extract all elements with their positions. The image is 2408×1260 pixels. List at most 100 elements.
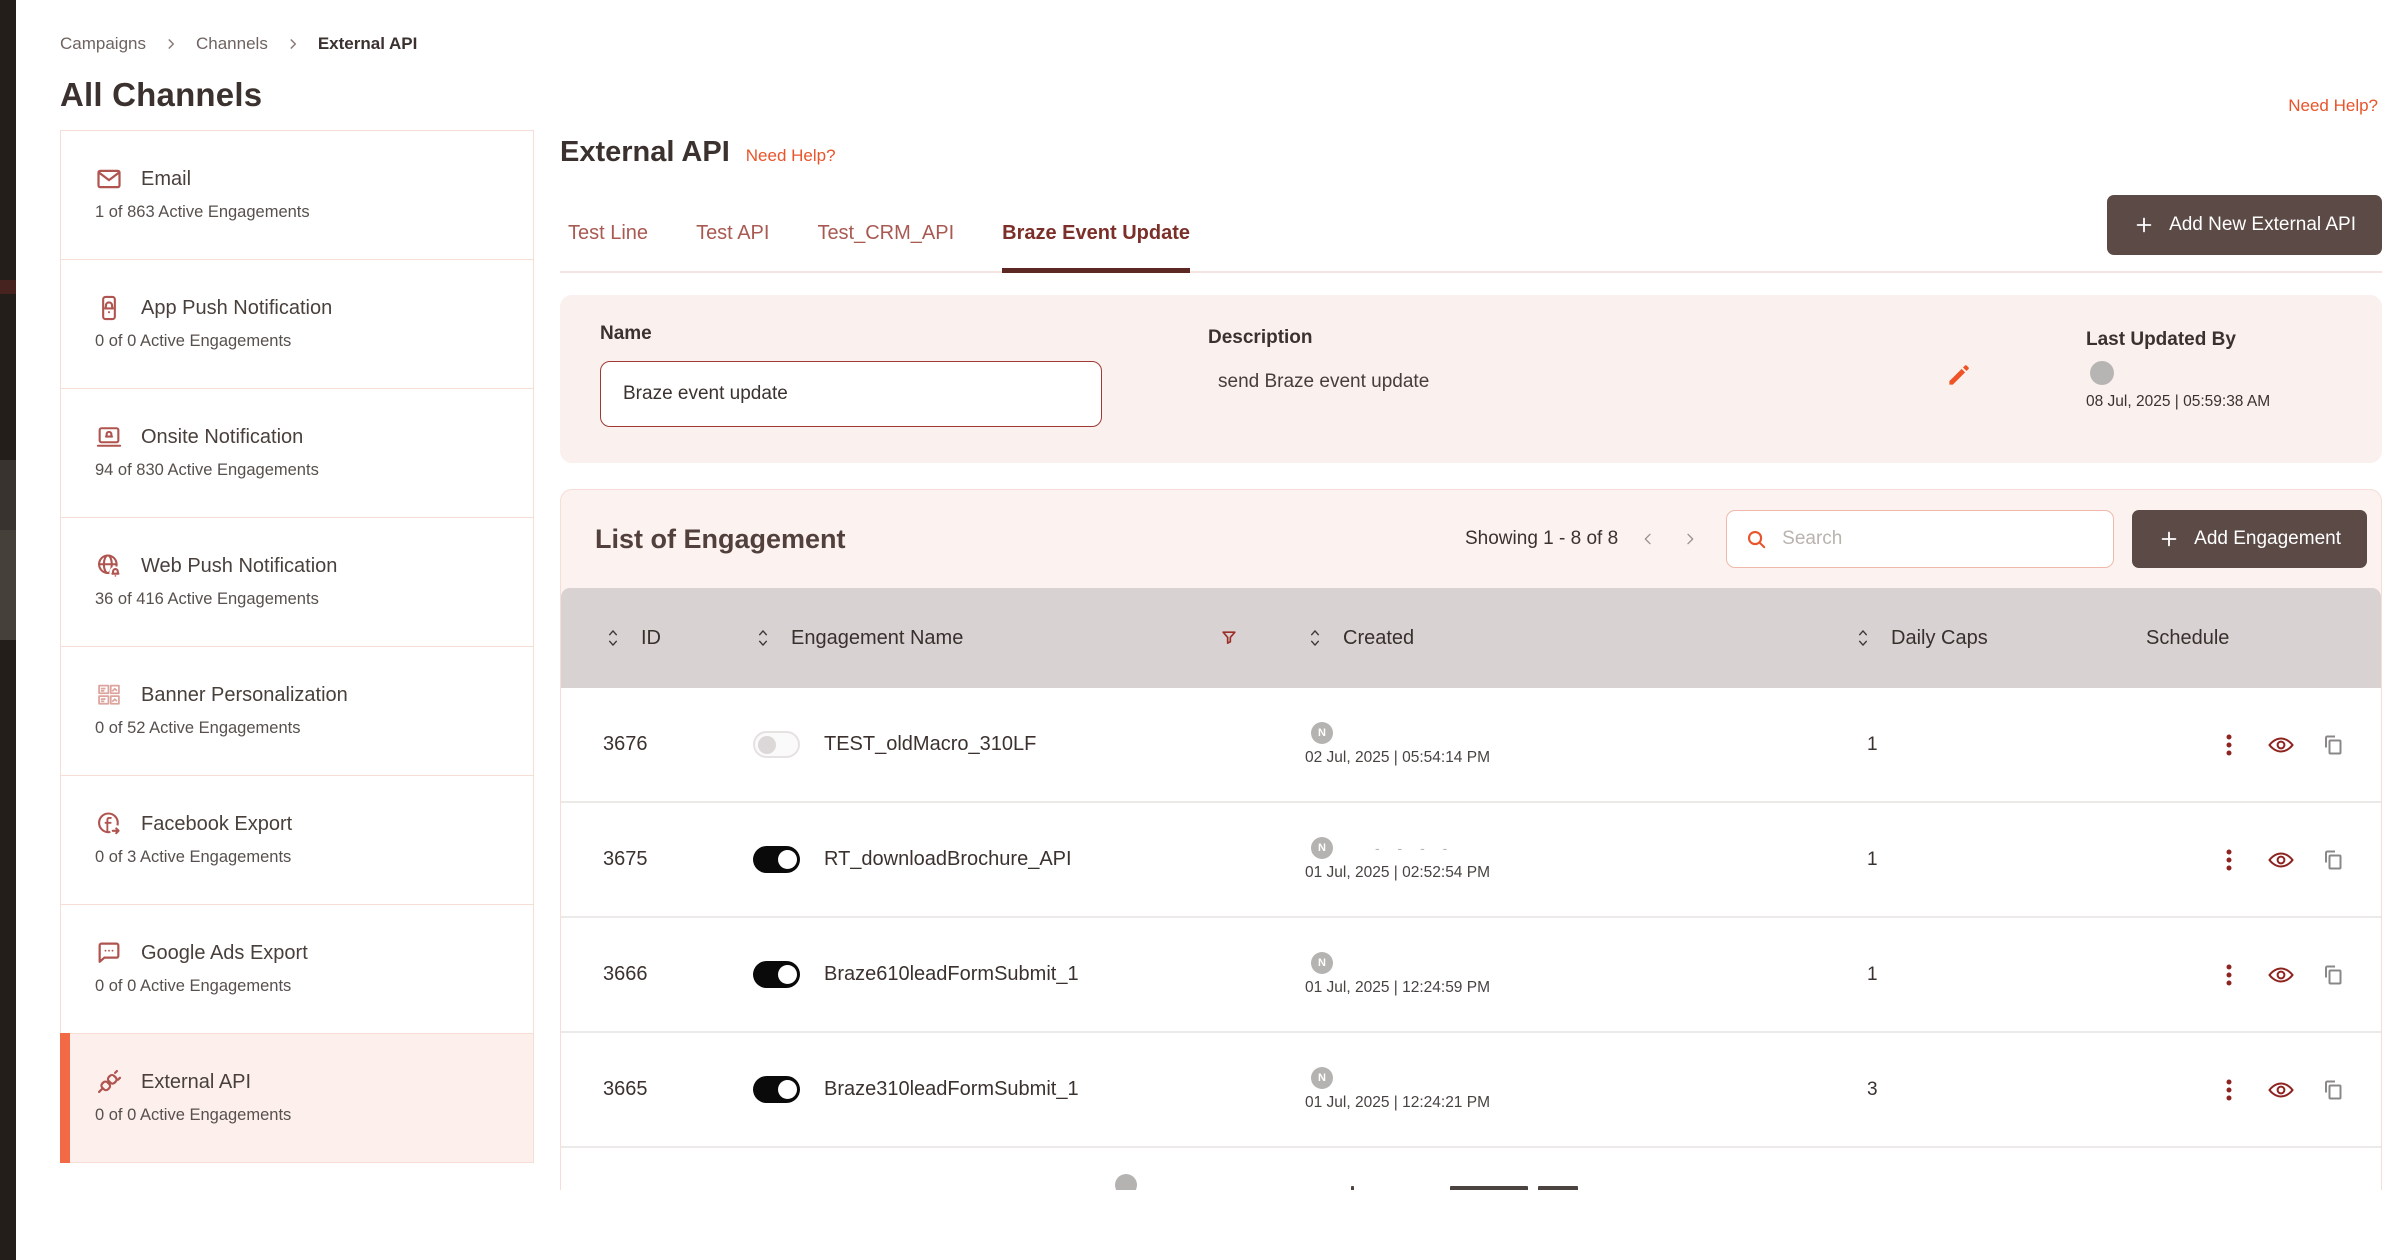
breadcrumb-campaigns[interactable]: Campaigns bbox=[60, 34, 146, 54]
enable-toggle[interactable] bbox=[753, 961, 800, 988]
daily-caps-value: 1 bbox=[1853, 964, 2068, 986]
sidebar-item-label: Facebook Export bbox=[141, 813, 292, 836]
nav-strip-segment bbox=[0, 460, 16, 530]
creator-badge: N bbox=[1311, 837, 1333, 859]
avatar bbox=[2090, 361, 2114, 385]
tab-test-line[interactable]: Test Line bbox=[568, 222, 648, 271]
filter-icon[interactable] bbox=[1219, 628, 1239, 648]
enable-toggle[interactable] bbox=[753, 1076, 800, 1103]
sidebar-item-banner[interactable]: Banner Personalization 0 of 52 Active En… bbox=[60, 646, 534, 776]
created-timestamp: 01 Jul, 2025 | 12:24:21 PM bbox=[1305, 1094, 1490, 1112]
engagement-list-panel: List of Engagement Showing 1 - 8 of 8 bbox=[560, 489, 2382, 1190]
table-row: 3676 TEST_oldMacro_310LF N 02 Jul, 2025 … bbox=[561, 688, 2381, 803]
copy-icon[interactable] bbox=[2321, 733, 2345, 757]
edit-pencil-icon[interactable] bbox=[1946, 361, 1973, 388]
created-timestamp: 02 Jul, 2025 | 05:54:14 PM bbox=[1305, 749, 1490, 767]
sort-icon[interactable] bbox=[1853, 627, 1873, 649]
search-icon bbox=[1745, 528, 1768, 551]
sidebar-item-label: External API bbox=[141, 1071, 251, 1094]
sidebar-item-facebook-export[interactable]: Facebook Export 0 of 3 Active Engagement… bbox=[60, 775, 534, 905]
engagement-name[interactable]: Braze310leadFormSubmit_1 bbox=[824, 1078, 1079, 1101]
enable-toggle[interactable] bbox=[753, 846, 800, 873]
view-icon[interactable] bbox=[2267, 963, 2295, 987]
column-header-schedule: Schedule bbox=[2146, 627, 2229, 650]
engagement-name[interactable]: Braze610leadFormSubmit_1 bbox=[824, 963, 1079, 986]
search-input[interactable] bbox=[1782, 528, 2095, 550]
column-header-daily-caps[interactable]: Daily Caps bbox=[1891, 627, 1988, 650]
kebab-menu-icon[interactable] bbox=[2217, 732, 2241, 758]
kebab-menu-icon[interactable] bbox=[2217, 962, 2241, 988]
description-label: Description bbox=[1208, 327, 1946, 349]
sidebar-item-email[interactable]: Email 1 of 863 Active Engagements bbox=[60, 130, 534, 260]
engagement-name[interactable]: RT_downloadBrochure_API bbox=[824, 848, 1072, 871]
breadcrumb: Campaigns Channels External API bbox=[60, 34, 2382, 54]
daily-caps-value: 1 bbox=[1853, 849, 2068, 871]
next-page-icon[interactable] bbox=[1682, 531, 1698, 547]
list-title: List of Engagement bbox=[595, 524, 846, 555]
sidebar-item-stats: 0 of 0 Active Engagements bbox=[95, 332, 507, 351]
creator-badge: N bbox=[1311, 722, 1333, 744]
column-header-engagement-name[interactable]: Engagement Name bbox=[791, 627, 963, 650]
chevron-right-icon bbox=[286, 37, 300, 51]
creator-name-redacted: - - - - bbox=[1375, 840, 1454, 856]
kebab-menu-icon[interactable] bbox=[2217, 1077, 2241, 1103]
last-updated-label: Last Updated By bbox=[2086, 329, 2340, 351]
sidebar-item-onsite[interactable]: Onsite Notification 94 of 830 Active Eng… bbox=[60, 388, 534, 518]
clipped-text bbox=[1351, 1186, 1354, 1190]
add-new-external-api-button[interactable]: Add New External API bbox=[2107, 195, 2382, 255]
sort-icon[interactable] bbox=[753, 627, 773, 649]
breadcrumb-channels[interactable]: Channels bbox=[196, 34, 268, 54]
copy-icon[interactable] bbox=[2321, 963, 2345, 987]
sidebar-item-web-push[interactable]: Web Push Notification 36 of 416 Active E… bbox=[60, 517, 534, 647]
search-box[interactable] bbox=[1726, 510, 2114, 568]
prev-page-icon[interactable] bbox=[1640, 531, 1656, 547]
onsite-notification-icon bbox=[95, 423, 123, 451]
engagement-rows: 3676 TEST_oldMacro_310LF N 02 Jul, 2025 … bbox=[561, 688, 2381, 1190]
sort-icon[interactable] bbox=[603, 627, 623, 649]
tab-braze-event-update[interactable]: Braze Event Update bbox=[1002, 222, 1190, 271]
column-header-id[interactable]: ID bbox=[641, 627, 661, 650]
sidebar-item-stats: 1 of 863 Active Engagements bbox=[95, 203, 507, 222]
copy-icon[interactable] bbox=[2321, 848, 2345, 872]
sidebar-item-external-api[interactable]: External API 0 of 0 Active Engagements bbox=[60, 1033, 534, 1163]
view-icon[interactable] bbox=[2267, 733, 2295, 757]
creator-badge: N bbox=[1311, 1067, 1333, 1089]
created-timestamp: 01 Jul, 2025 | 02:52:54 PM bbox=[1305, 864, 1490, 882]
table-row: 3665 Braze310leadFormSubmit_1 N 01 Jul, … bbox=[561, 1033, 2381, 1148]
external-api-icon bbox=[95, 1068, 123, 1096]
sidebar-item-app-push[interactable]: App Push Notification 0 of 0 Active Enga… bbox=[60, 259, 534, 389]
add-new-external-api-label: Add New External API bbox=[2169, 214, 2356, 236]
kebab-menu-icon[interactable] bbox=[2217, 847, 2241, 873]
sidebar-item-google-ads-export[interactable]: Google Ads Export 0 of 0 Active Engageme… bbox=[60, 904, 534, 1034]
sidebar-item-label: Banner Personalization bbox=[141, 684, 348, 707]
sidebar-item-label: Google Ads Export bbox=[141, 942, 308, 965]
row-id: 3676 bbox=[561, 733, 753, 756]
column-header-created[interactable]: Created bbox=[1343, 627, 1414, 650]
sidebar-item-stats: 0 of 3 Active Engagements bbox=[95, 848, 507, 867]
view-icon[interactable] bbox=[2267, 1078, 2295, 1102]
tab-test-api[interactable]: Test API bbox=[696, 222, 769, 271]
section-title: External API bbox=[560, 136, 730, 169]
engagement-name[interactable]: TEST_oldMacro_310LF bbox=[824, 733, 1036, 756]
sidebar-item-stats: 94 of 830 Active Engagements bbox=[95, 461, 507, 480]
channel-sidebar: Email 1 of 863 Active Engagements App Pu… bbox=[60, 130, 534, 1163]
plus-icon bbox=[2158, 528, 2180, 550]
need-help-link[interactable]: Need Help? bbox=[746, 146, 836, 166]
api-tabs-bar: Test Line Test API Test_CRM_API Braze Ev… bbox=[560, 195, 2382, 273]
copy-icon[interactable] bbox=[2321, 1078, 2345, 1102]
row-id: 3675 bbox=[561, 848, 753, 871]
view-icon[interactable] bbox=[2267, 848, 2295, 872]
sort-icon[interactable] bbox=[1305, 627, 1325, 649]
nav-strip-segment bbox=[0, 280, 16, 294]
name-input[interactable] bbox=[600, 361, 1102, 427]
tab-test-crm-api[interactable]: Test_CRM_API bbox=[817, 222, 954, 271]
row-id: 3665 bbox=[561, 1078, 753, 1101]
nav-strip-segment bbox=[0, 530, 16, 640]
add-engagement-button[interactable]: Add Engagement bbox=[2132, 510, 2367, 568]
sidebar-item-stats: 0 of 0 Active Engagements bbox=[95, 977, 507, 996]
enable-toggle[interactable] bbox=[753, 731, 800, 758]
sidebar-item-label: Onsite Notification bbox=[141, 426, 303, 449]
google-ads-export-icon bbox=[95, 939, 123, 967]
collapsed-nav-strip[interactable] bbox=[0, 0, 16, 1260]
sidebar-item-stats: 0 of 52 Active Engagements bbox=[95, 719, 507, 738]
